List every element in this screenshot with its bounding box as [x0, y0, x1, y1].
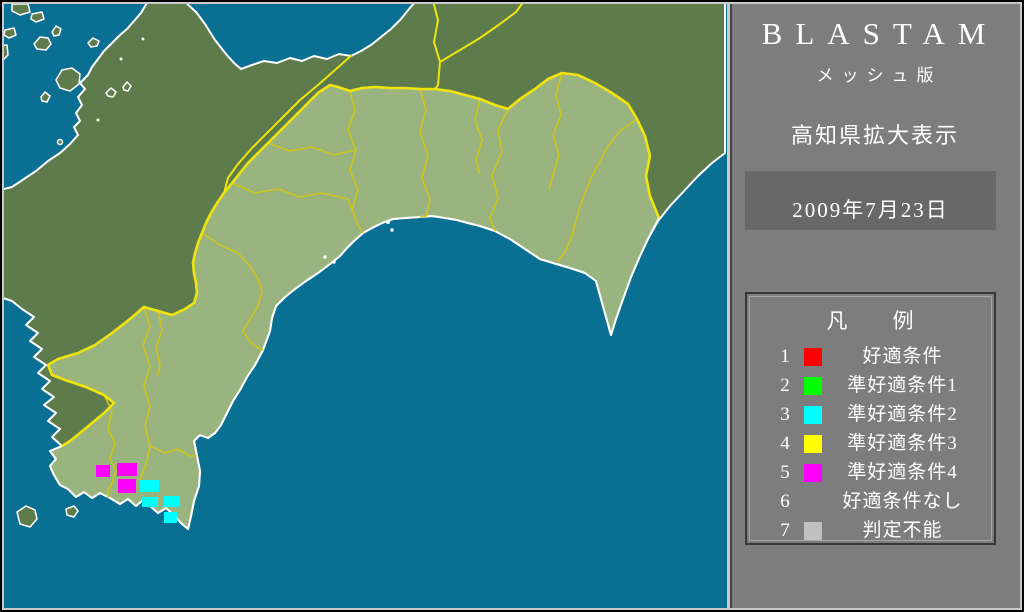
legend-row: 2 準好適条件1	[750, 371, 991, 400]
view-label: 高知県拡大表示	[790, 123, 959, 148]
legend-color-swatch	[804, 463, 822, 482]
legend-item-number: 5	[780, 462, 790, 483]
legend-color-swatch	[804, 434, 822, 453]
map-area	[4, 4, 727, 608]
date-text: 2009年7月23日	[792, 198, 949, 222]
date-box: 2009年7月23日	[745, 171, 996, 230]
blastam-window: BLASTAM メッシュ版 高知県拡大表示 2009年7月23日 凡 例 1 好適…	[0, 0, 1024, 612]
legend-item-label: 好適条件なし	[842, 491, 963, 512]
legend-item-number: 1	[780, 346, 790, 367]
legend-item-label: 準好適条件2	[847, 404, 958, 425]
legend-item-number: 2	[780, 375, 790, 396]
legend-item-label: 好適条件	[862, 346, 943, 367]
legend-item-label: 判定不能	[862, 520, 943, 541]
app-subtitle: メッシュ版	[816, 66, 942, 85]
legend-row: 3 準好適条件2	[750, 400, 991, 429]
shikoku-map	[4, 4, 727, 608]
legend-item-number: 4	[780, 433, 790, 454]
legend-item-number: 7	[780, 520, 790, 541]
legend-item-number: 6	[780, 491, 790, 512]
legend-color-swatch	[804, 376, 822, 395]
legend-color-swatch	[804, 521, 822, 540]
legend-item-number: 3	[780, 404, 790, 425]
legend-row: 6 好適条件なし	[750, 487, 991, 516]
legend-item-label: 準好適条件1	[847, 375, 958, 396]
legend-row: 1 好適条件	[750, 342, 991, 371]
legend-row: 7 判定不能	[750, 516, 991, 545]
legend-color-swatch	[804, 405, 822, 424]
legend-inner-frame: 凡 例 1 好適条件 2 準好適条件1 3 準好適条件2 4 準好適条件3 5 準好適条件4 6 好適…	[749, 296, 992, 541]
legend-item-label: 準好適条件4	[847, 462, 958, 483]
legend-color-swatch	[804, 347, 822, 366]
legend-rows: 1 好適条件 2 準好適条件1 3 準好適条件2 4 準好適条件3 5 準好適条件4 6 好適条件なし…	[750, 342, 991, 545]
legend-row: 4 準好適条件3	[750, 429, 991, 458]
legend-item-label: 準好適条件3	[847, 433, 958, 454]
legend-box: 凡 例 1 好適条件 2 準好適条件1 3 準好適条件2 4 準好適条件3 5 準好適条件4 6 好適…	[745, 292, 996, 545]
app-title: BLASTAM	[761, 16, 999, 51]
info-panel: BLASTAM メッシュ版 高知県拡大表示 2009年7月23日 凡 例 1 好適…	[732, 4, 1018, 608]
legend-title: 凡 例	[826, 309, 915, 333]
legend-row: 5 準好適条件4	[750, 458, 991, 487]
